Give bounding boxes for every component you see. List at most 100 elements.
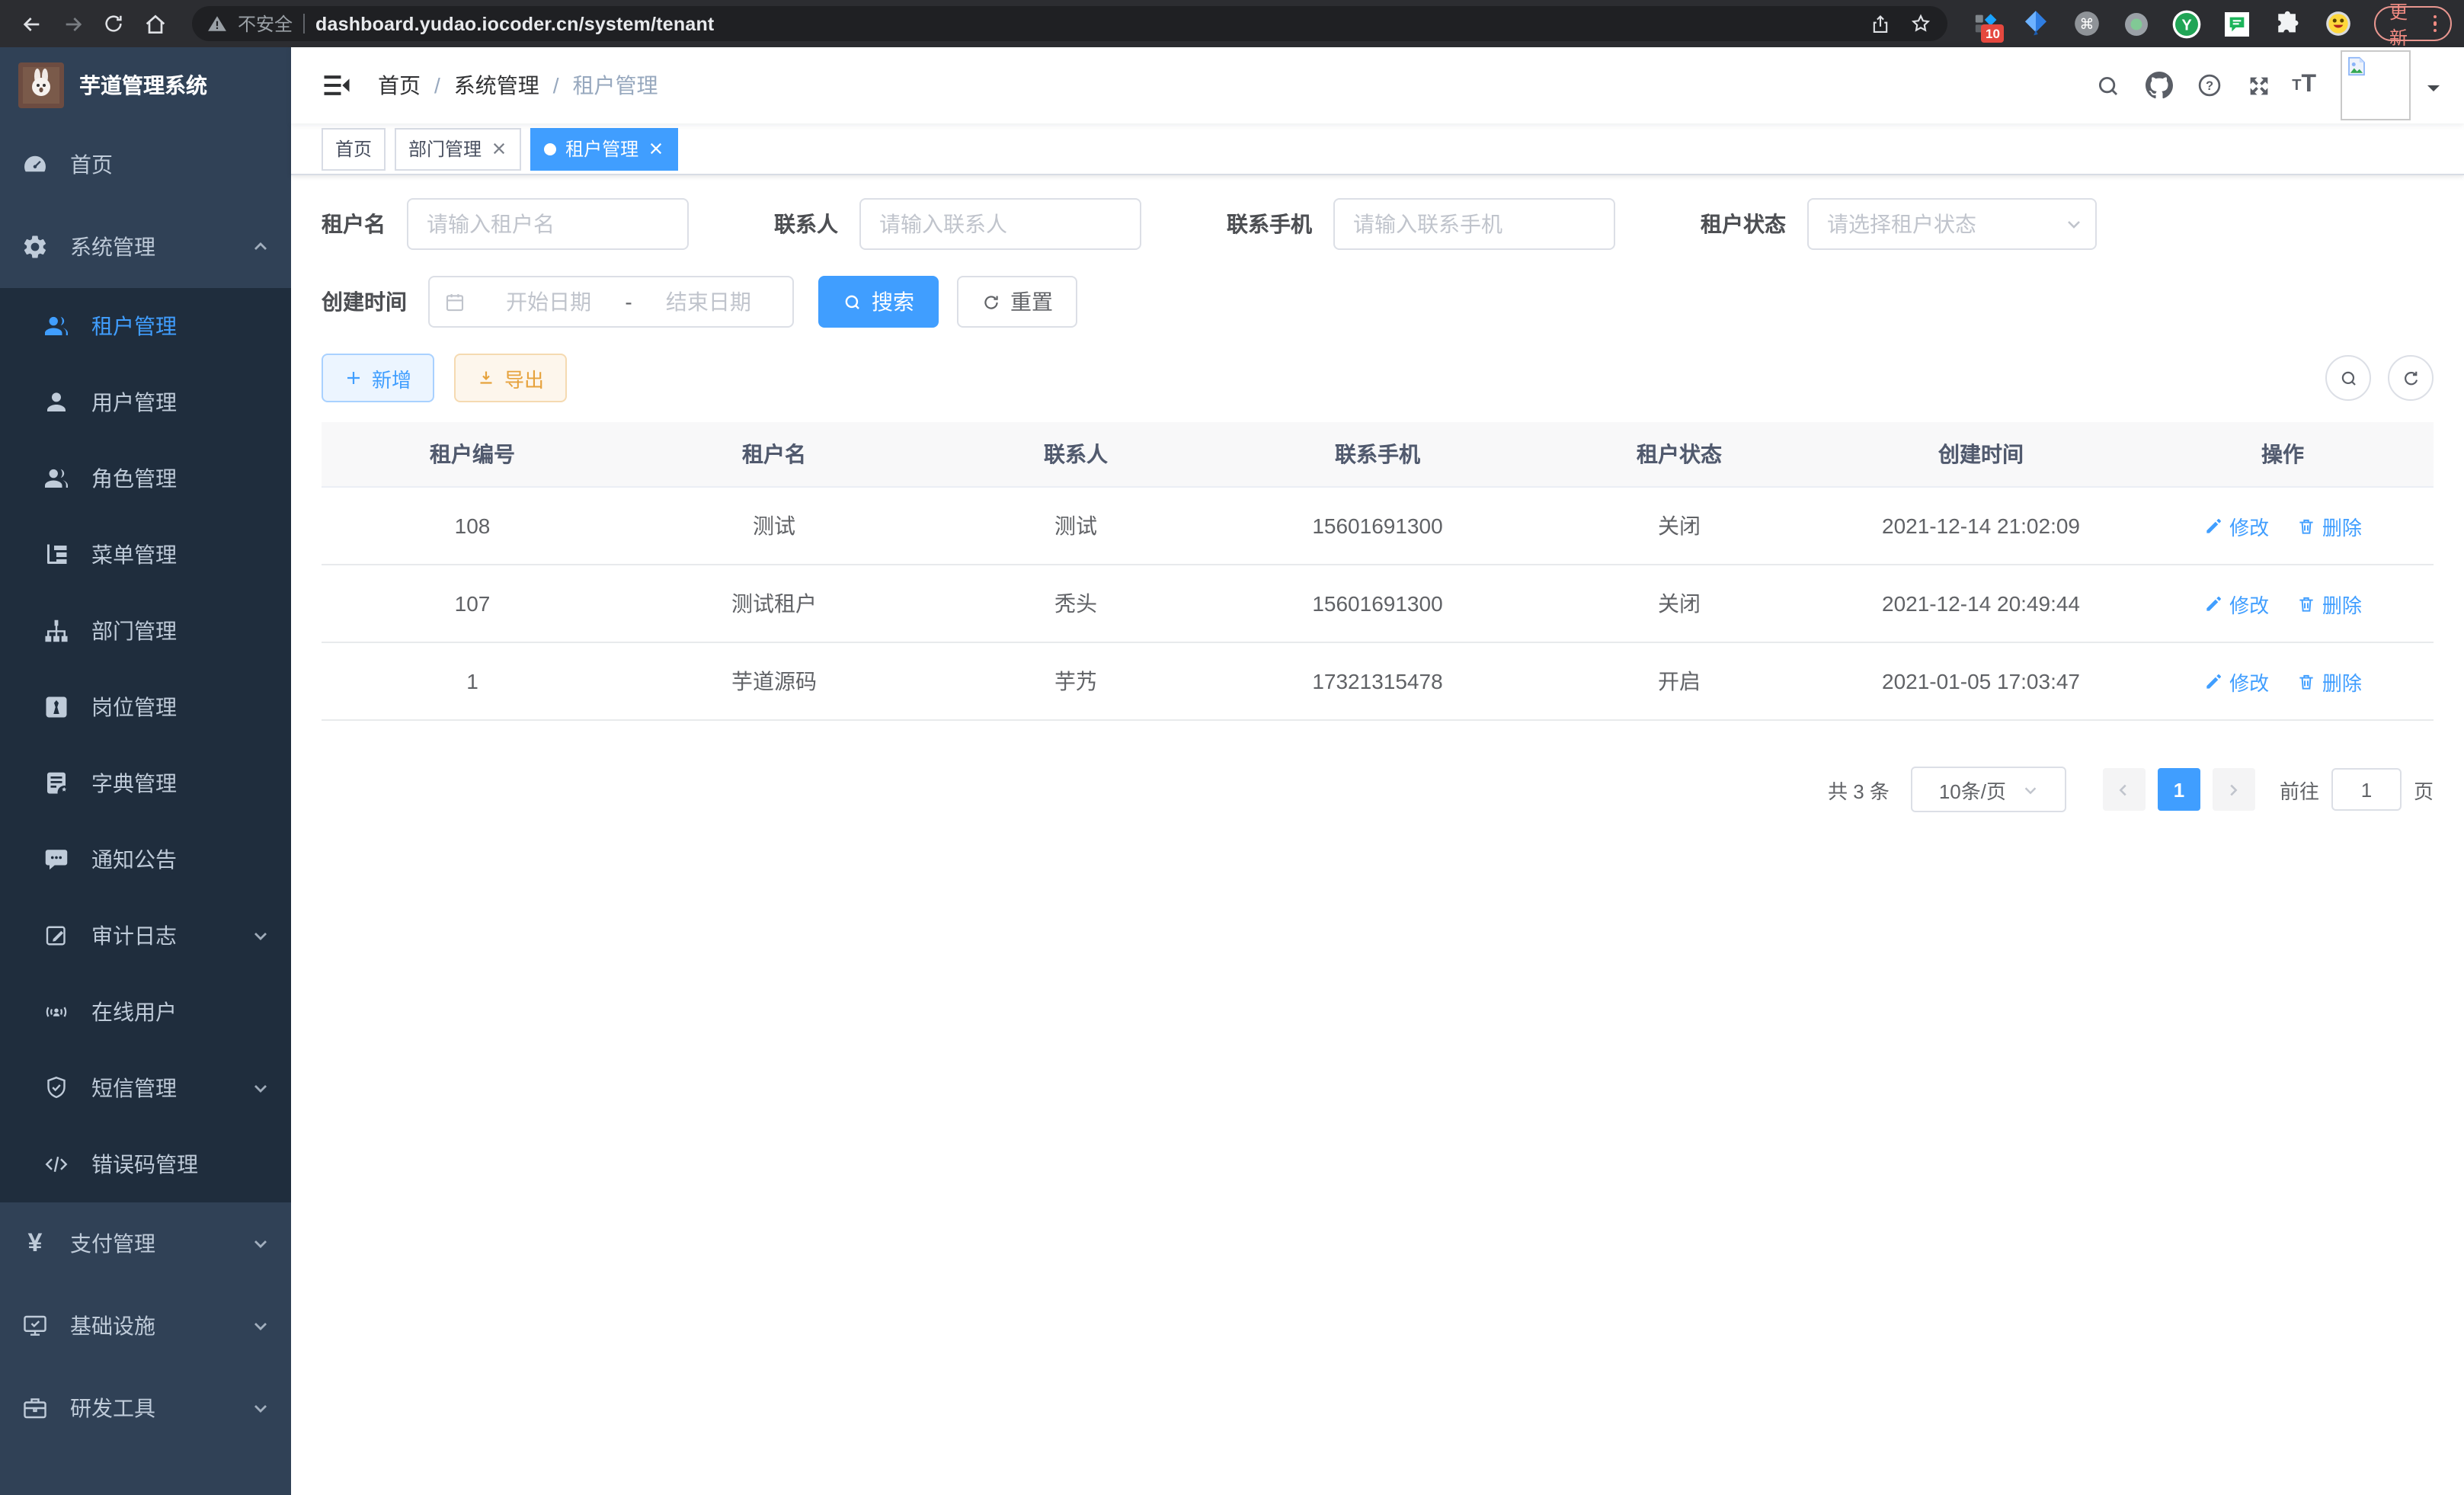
contact-input[interactable] (859, 198, 1141, 250)
cell-tenant-name: 芋道源码 (623, 642, 925, 720)
back-icon[interactable] (12, 5, 50, 43)
reload-icon[interactable] (94, 5, 133, 43)
home-icon[interactable] (136, 5, 174, 43)
close-icon[interactable] (491, 140, 507, 157)
sidebar-item-tenant[interactable]: 租户管理 (0, 288, 291, 364)
cell-mobile: 17321315478 (1227, 642, 1528, 720)
end-date-placeholder[interactable]: 结束日期 (638, 287, 779, 317)
goto-page-input[interactable] (2331, 768, 2402, 811)
tab-tenant[interactable]: 租户管理 (530, 127, 678, 170)
date-range-picker[interactable]: 开始日期 - 结束日期 (428, 276, 794, 328)
url-text[interactable]: dashboard.yudao.iocoder.cn/system/tenant (315, 13, 714, 34)
page-1-button[interactable]: 1 (2158, 768, 2200, 811)
sidebar-item-sms[interactable]: 短信管理 (0, 1050, 291, 1126)
extension-emoji-icon[interactable] (2322, 8, 2353, 39)
menu-dots-icon[interactable] (2433, 15, 2437, 33)
sidebar-item-dict[interactable]: 字典管理 (0, 745, 291, 821)
tab-home[interactable]: 首页 (322, 127, 386, 170)
refresh-button[interactable] (2388, 355, 2434, 401)
url-bar[interactable]: 不安全 dashboard.yudao.iocoder.cn/system/te… (192, 6, 1947, 41)
goto-label: 前往 (2280, 775, 2319, 804)
tab-dept[interactable]: 部门管理 (395, 127, 521, 170)
delete-link[interactable]: 删除 (2296, 589, 2362, 618)
avatar-caret-icon[interactable] (2427, 85, 2440, 97)
create-time-label: 创建时间 (322, 287, 407, 317)
search-icon[interactable] (2086, 63, 2130, 107)
users-icon (43, 312, 70, 340)
sidebar-item-label: 部门管理 (91, 616, 177, 646)
extension-command-icon[interactable]: ⌘ (2071, 8, 2101, 39)
sidebar-item-role[interactable]: 角色管理 (0, 440, 291, 517)
edit-link[interactable]: 修改 (2203, 511, 2269, 540)
main-area: 首页 / 系统管理 / 租户管理 ? TT 首页 (291, 47, 2464, 1495)
app-logo[interactable]: 芋道管理系统 (0, 47, 291, 123)
delete-link[interactable]: 删除 (2296, 667, 2362, 696)
sidebar-item-error-code[interactable]: 错误码管理 (0, 1126, 291, 1202)
breadcrumb-current: 租户管理 (573, 70, 658, 101)
breadcrumb-system[interactable]: 系统管理 (454, 70, 539, 101)
breadcrumb-home[interactable]: 首页 (378, 70, 421, 101)
status-select[interactable] (1807, 198, 2097, 250)
reset-button[interactable]: 重置 (957, 276, 1077, 328)
sidebar-item-notice[interactable]: 通知公告 (0, 821, 291, 898)
contact-label: 联系人 (774, 209, 838, 239)
chevron-down-icon (251, 1317, 270, 1335)
browser-update-button[interactable]: 更新 (2374, 6, 2452, 41)
extension-chat-icon[interactable] (2222, 8, 2252, 39)
extension-tag-manager-icon[interactable]: 10 (1970, 8, 2001, 39)
sidebar-item-payment[interactable]: ¥ 支付管理 (0, 1202, 291, 1285)
export-button[interactable]: 导出 (454, 354, 567, 402)
table-row: 107 测试租户 秃头 15601691300 关闭 2021-12-14 20… (322, 565, 2434, 642)
fullscreen-icon[interactable] (2237, 63, 2281, 107)
users-icon (43, 465, 70, 492)
extension-yudao-icon[interactable]: Y (2171, 8, 2202, 39)
sidebar-item-menu[interactable]: 菜单管理 (0, 517, 291, 593)
search-button[interactable]: 搜索 (818, 276, 939, 328)
mobile-input[interactable] (1333, 198, 1615, 250)
sidebar-fold-icon[interactable] (320, 69, 354, 102)
extension-puzzle-icon[interactable] (2272, 8, 2302, 39)
extension-kite-icon[interactable] (2021, 8, 2051, 39)
sidebar-item-system[interactable]: 系统管理 (0, 206, 291, 288)
extension-green-dot-icon[interactable] (2121, 8, 2152, 39)
bookmark-star-icon[interactable] (1909, 12, 1932, 35)
github-icon[interactable] (2136, 63, 2181, 107)
online-signal-icon (43, 998, 70, 1026)
prev-page-button[interactable] (2103, 768, 2146, 811)
sidebar-item-infrastructure[interactable]: 基础设施 (0, 1285, 291, 1367)
sidebar-item-post[interactable]: 岗位管理 (0, 669, 291, 745)
sidebar-item-label: 在线用户 (91, 997, 177, 1027)
delete-link[interactable]: 删除 (2296, 511, 2362, 540)
help-icon[interactable]: ? (2187, 63, 2231, 107)
extension-badge: 10 (1981, 24, 2005, 43)
add-button[interactable]: 新增 (322, 354, 434, 402)
sidebar-item-online-users[interactable]: 在线用户 (0, 974, 291, 1050)
shield-check-icon (43, 1074, 70, 1102)
sidebar-item-audit-log[interactable]: 审计日志 (0, 898, 291, 974)
tenant-name-input[interactable] (407, 198, 689, 250)
page-suffix: 页 (2414, 775, 2434, 804)
close-icon[interactable] (648, 140, 664, 157)
sidebar-item-label: 岗位管理 (91, 692, 177, 722)
edit-link[interactable]: 修改 (2203, 589, 2269, 618)
forward-icon[interactable] (53, 5, 91, 43)
font-size-icon[interactable]: TT (2287, 73, 2321, 98)
sidebar-item-user[interactable]: 用户管理 (0, 364, 291, 440)
sidebar-item-dev-tools[interactable]: 研发工具 (0, 1367, 291, 1449)
start-date-placeholder[interactable]: 开始日期 (478, 287, 619, 317)
show-search-button[interactable] (2325, 355, 2371, 401)
next-page-button[interactable] (2213, 768, 2255, 811)
edit-link[interactable]: 修改 (2203, 667, 2269, 696)
share-icon[interactable] (1870, 13, 1891, 34)
pagination-total: 共 3 条 (1828, 775, 1890, 804)
tree-list-icon (43, 541, 70, 568)
yen-icon: ¥ (21, 1228, 49, 1259)
chevron-down-icon (2021, 781, 2038, 798)
sidebar-item-home[interactable]: 首页 (0, 123, 291, 206)
status-select-input[interactable] (1807, 198, 2097, 250)
avatar[interactable] (2341, 50, 2411, 120)
security-label[interactable]: 不安全 (238, 11, 293, 37)
sidebar-item-dept[interactable]: 部门管理 (0, 593, 291, 669)
page-size-select[interactable]: 10条/页 (1911, 767, 2066, 812)
col-tenant-name: 租户名 (623, 422, 925, 487)
